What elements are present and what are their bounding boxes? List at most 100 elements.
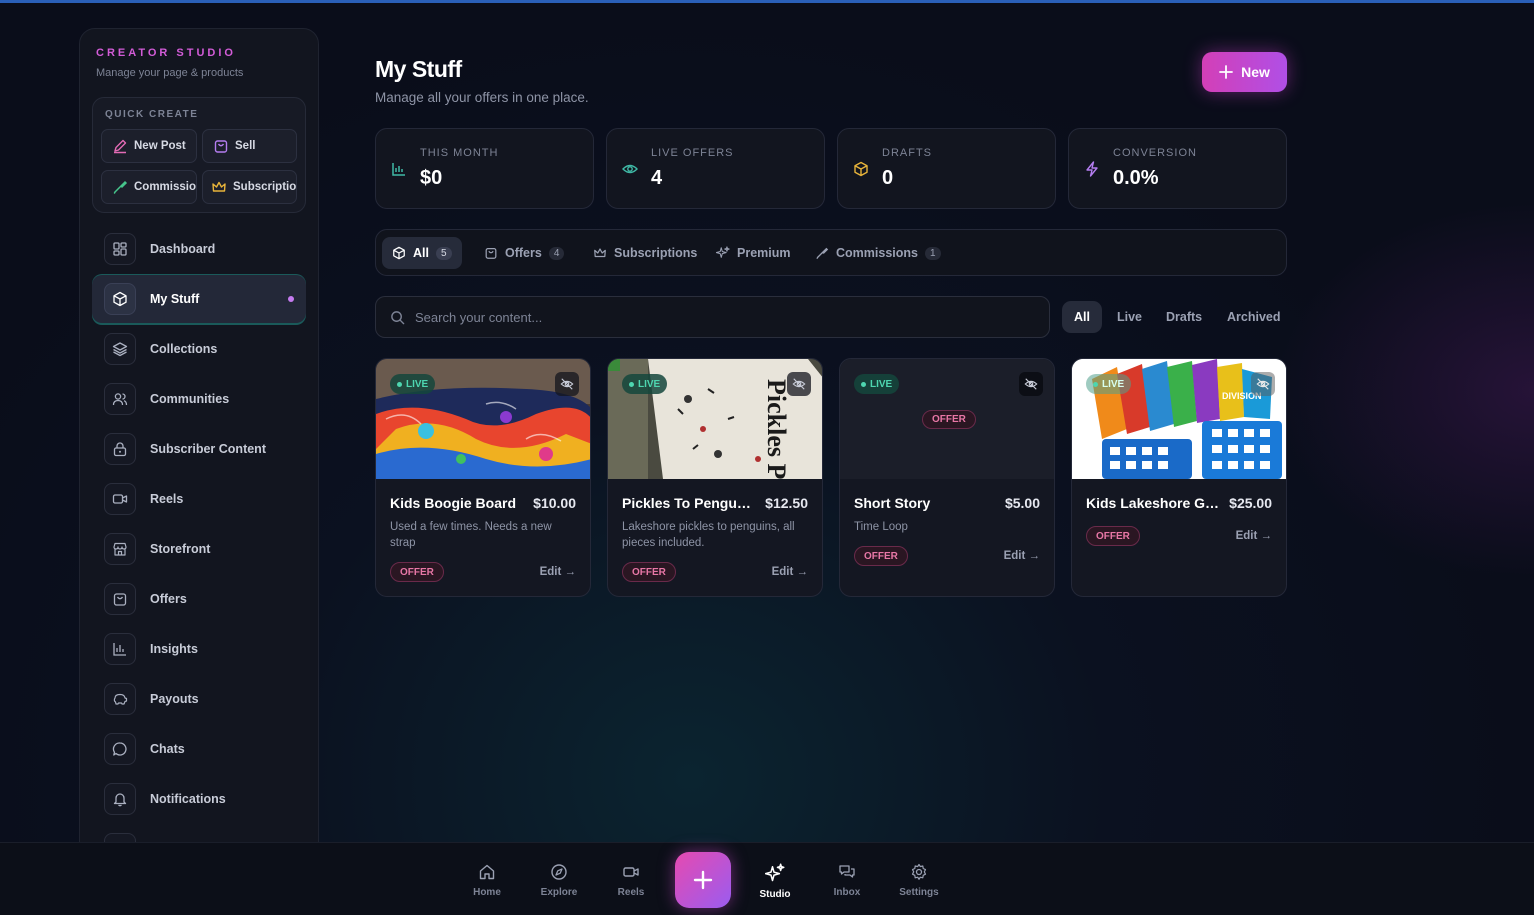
stat-label: THIS MONTH	[420, 147, 499, 159]
crown-icon	[594, 248, 606, 258]
bottom-nav-studio[interactable]: Studio	[745, 863, 805, 900]
product-card[interactable]: LIVE Kids Boogie Board $10.00 Used a few…	[375, 358, 591, 597]
sidebar-item-insights[interactable]: Insights	[92, 625, 306, 673]
card-title: Pickles To Penguins...	[622, 495, 752, 511]
sidebar-item-payouts[interactable]: Payouts	[92, 675, 306, 723]
hide-toggle-button[interactable]	[787, 372, 811, 396]
bag-icon	[104, 583, 136, 615]
product-image: LIVE	[376, 359, 590, 479]
hide-toggle-button[interactable]	[1019, 372, 1043, 396]
sell-button[interactable]: Sell	[202, 129, 297, 163]
bell-icon	[104, 783, 136, 815]
subscription-button[interactable]: Subscription	[202, 170, 297, 204]
bottom-nav-reels[interactable]: Reels	[601, 863, 661, 898]
sidebar-item-reels[interactable]: Reels	[92, 475, 306, 523]
sidebar-item-subscriber-content[interactable]: Subscriber Content	[92, 425, 306, 473]
brand-title: CREATOR STUDIO	[96, 47, 236, 59]
commission-button[interactable]: Commission	[101, 170, 197, 204]
hide-toggle-button[interactable]	[1251, 372, 1275, 396]
gear-icon	[911, 863, 927, 880]
video-icon	[104, 483, 136, 515]
tab-offers[interactable]: Offers 4	[474, 237, 574, 269]
sidebar-item-chats[interactable]: Chats	[92, 725, 306, 773]
bottom-nav-label: Inbox	[833, 887, 861, 898]
stat-label: CONVERSION	[1113, 147, 1197, 159]
eye-off-icon	[792, 378, 806, 390]
sidebar-item-offers[interactable]: Offers	[92, 575, 306, 623]
sidebar-item-collections[interactable]: Collections	[92, 325, 306, 373]
home-icon	[479, 864, 495, 880]
grid-icon	[104, 233, 136, 265]
edit-link[interactable]: Edit →	[1236, 530, 1272, 542]
bottom-nav-settings[interactable]: Settings	[889, 863, 949, 898]
active-indicator-dot	[288, 296, 294, 302]
sidebar-item-notifications[interactable]: Notifications	[92, 775, 306, 823]
sidebar-item-dashboard[interactable]: Dashboard	[92, 225, 306, 273]
bottom-nav-explore[interactable]: Explore	[529, 863, 589, 898]
tab-count-badge: 4	[548, 246, 565, 260]
card-description: Lakeshore pickles to penguins, all piece…	[622, 521, 795, 549]
eye-off-icon	[1024, 378, 1038, 390]
background-glow	[1274, 200, 1534, 580]
filter-drafts[interactable]: Drafts	[1154, 301, 1214, 333]
sidebar-item-label: Payouts	[150, 692, 199, 706]
commission-label: Commission	[134, 181, 197, 193]
stat-card-conversion: CONVERSION 0.0%	[1068, 128, 1287, 209]
stat-value: 0	[882, 167, 894, 189]
inbox-icon	[839, 865, 855, 878]
plus-icon	[693, 870, 713, 890]
edit-link[interactable]: Edit →	[540, 566, 576, 578]
tab-subscriptions[interactable]: Subscriptions	[583, 237, 707, 269]
tab-premium[interactable]: Premium	[706, 237, 801, 269]
tab-count-badge: 1	[924, 246, 941, 260]
bottom-nav-label: Studio	[759, 889, 791, 900]
brand-subtitle: Manage your page & products	[96, 67, 244, 79]
tab-commissions[interactable]: Commissions 1	[805, 237, 951, 269]
card-description: Time Loop	[854, 521, 908, 533]
tab-label: All	[413, 246, 429, 260]
sidebar-item-label: Reels	[150, 492, 184, 506]
sidebar-item-communities[interactable]: Communities	[92, 375, 306, 423]
new-button-label: New	[1241, 64, 1270, 80]
create-button[interactable]	[675, 852, 731, 908]
product-card[interactable]: LIVE OFFER Short Story $5.00 Time Loop O…	[839, 358, 1055, 597]
new-post-button[interactable]: New Post	[101, 129, 197, 163]
sidebar-item-storefront[interactable]: Storefront	[92, 525, 306, 573]
sidebar-item-label: Communities	[150, 392, 230, 406]
filter-live[interactable]: Live	[1105, 301, 1154, 333]
video-icon	[623, 867, 639, 877]
offer-badge: OFFER	[1086, 526, 1140, 546]
edit-link[interactable]: Edit →	[772, 566, 808, 578]
hide-toggle-button[interactable]	[555, 372, 579, 396]
card-price: $5.00	[1004, 495, 1040, 511]
edit-link[interactable]: Edit →	[1004, 550, 1040, 562]
subscription-label: Subscription	[233, 181, 297, 193]
bottom-nav: Home Explore Reels Studio Inbox Settings	[0, 842, 1534, 915]
product-card[interactable]: Pickles Penguins LIVE Pickles To Penguin…	[607, 358, 823, 597]
sidebar: CREATOR STUDIO Manage your page & produc…	[79, 28, 319, 858]
tab-label: Subscriptions	[614, 246, 698, 260]
bottom-nav-home[interactable]: Home	[457, 863, 517, 898]
new-button[interactable]: New	[1202, 52, 1287, 92]
stat-card-live-offers: LIVE OFFERS 4	[606, 128, 825, 209]
sidebar-item-my-stuff[interactable]: My Stuff	[92, 275, 306, 323]
users-icon	[104, 383, 136, 415]
sidebar-item-label: Notifications	[150, 792, 226, 806]
live-badge: LIVE	[1086, 374, 1132, 394]
bottom-nav-inbox[interactable]: Inbox	[817, 863, 877, 898]
page-title: My Stuff	[375, 56, 462, 82]
search-input[interactable]	[415, 309, 1015, 325]
tab-all[interactable]: All 5	[382, 237, 462, 269]
bottom-nav-label: Explore	[540, 887, 578, 898]
filter-archived[interactable]: Archived	[1215, 301, 1293, 333]
sidebar-item-label: Storefront	[150, 542, 211, 556]
card-description: Used a few times. Needs a new strap	[390, 521, 552, 549]
bar-chart-icon	[392, 163, 405, 176]
product-card[interactable]: DIVISION LIVE Kids Lakeshore Game $25.00…	[1071, 358, 1287, 597]
quick-create-panel: QUICK CREATE New Post Sell Commission Su…	[92, 97, 306, 213]
sidebar-item-label: Subscriber Content	[150, 442, 266, 456]
offer-badge: OFFER	[854, 546, 908, 566]
product-image-placeholder: LIVE OFFER	[840, 359, 1054, 479]
bolt-icon	[1086, 161, 1098, 177]
filter-all[interactable]: All	[1062, 301, 1102, 333]
